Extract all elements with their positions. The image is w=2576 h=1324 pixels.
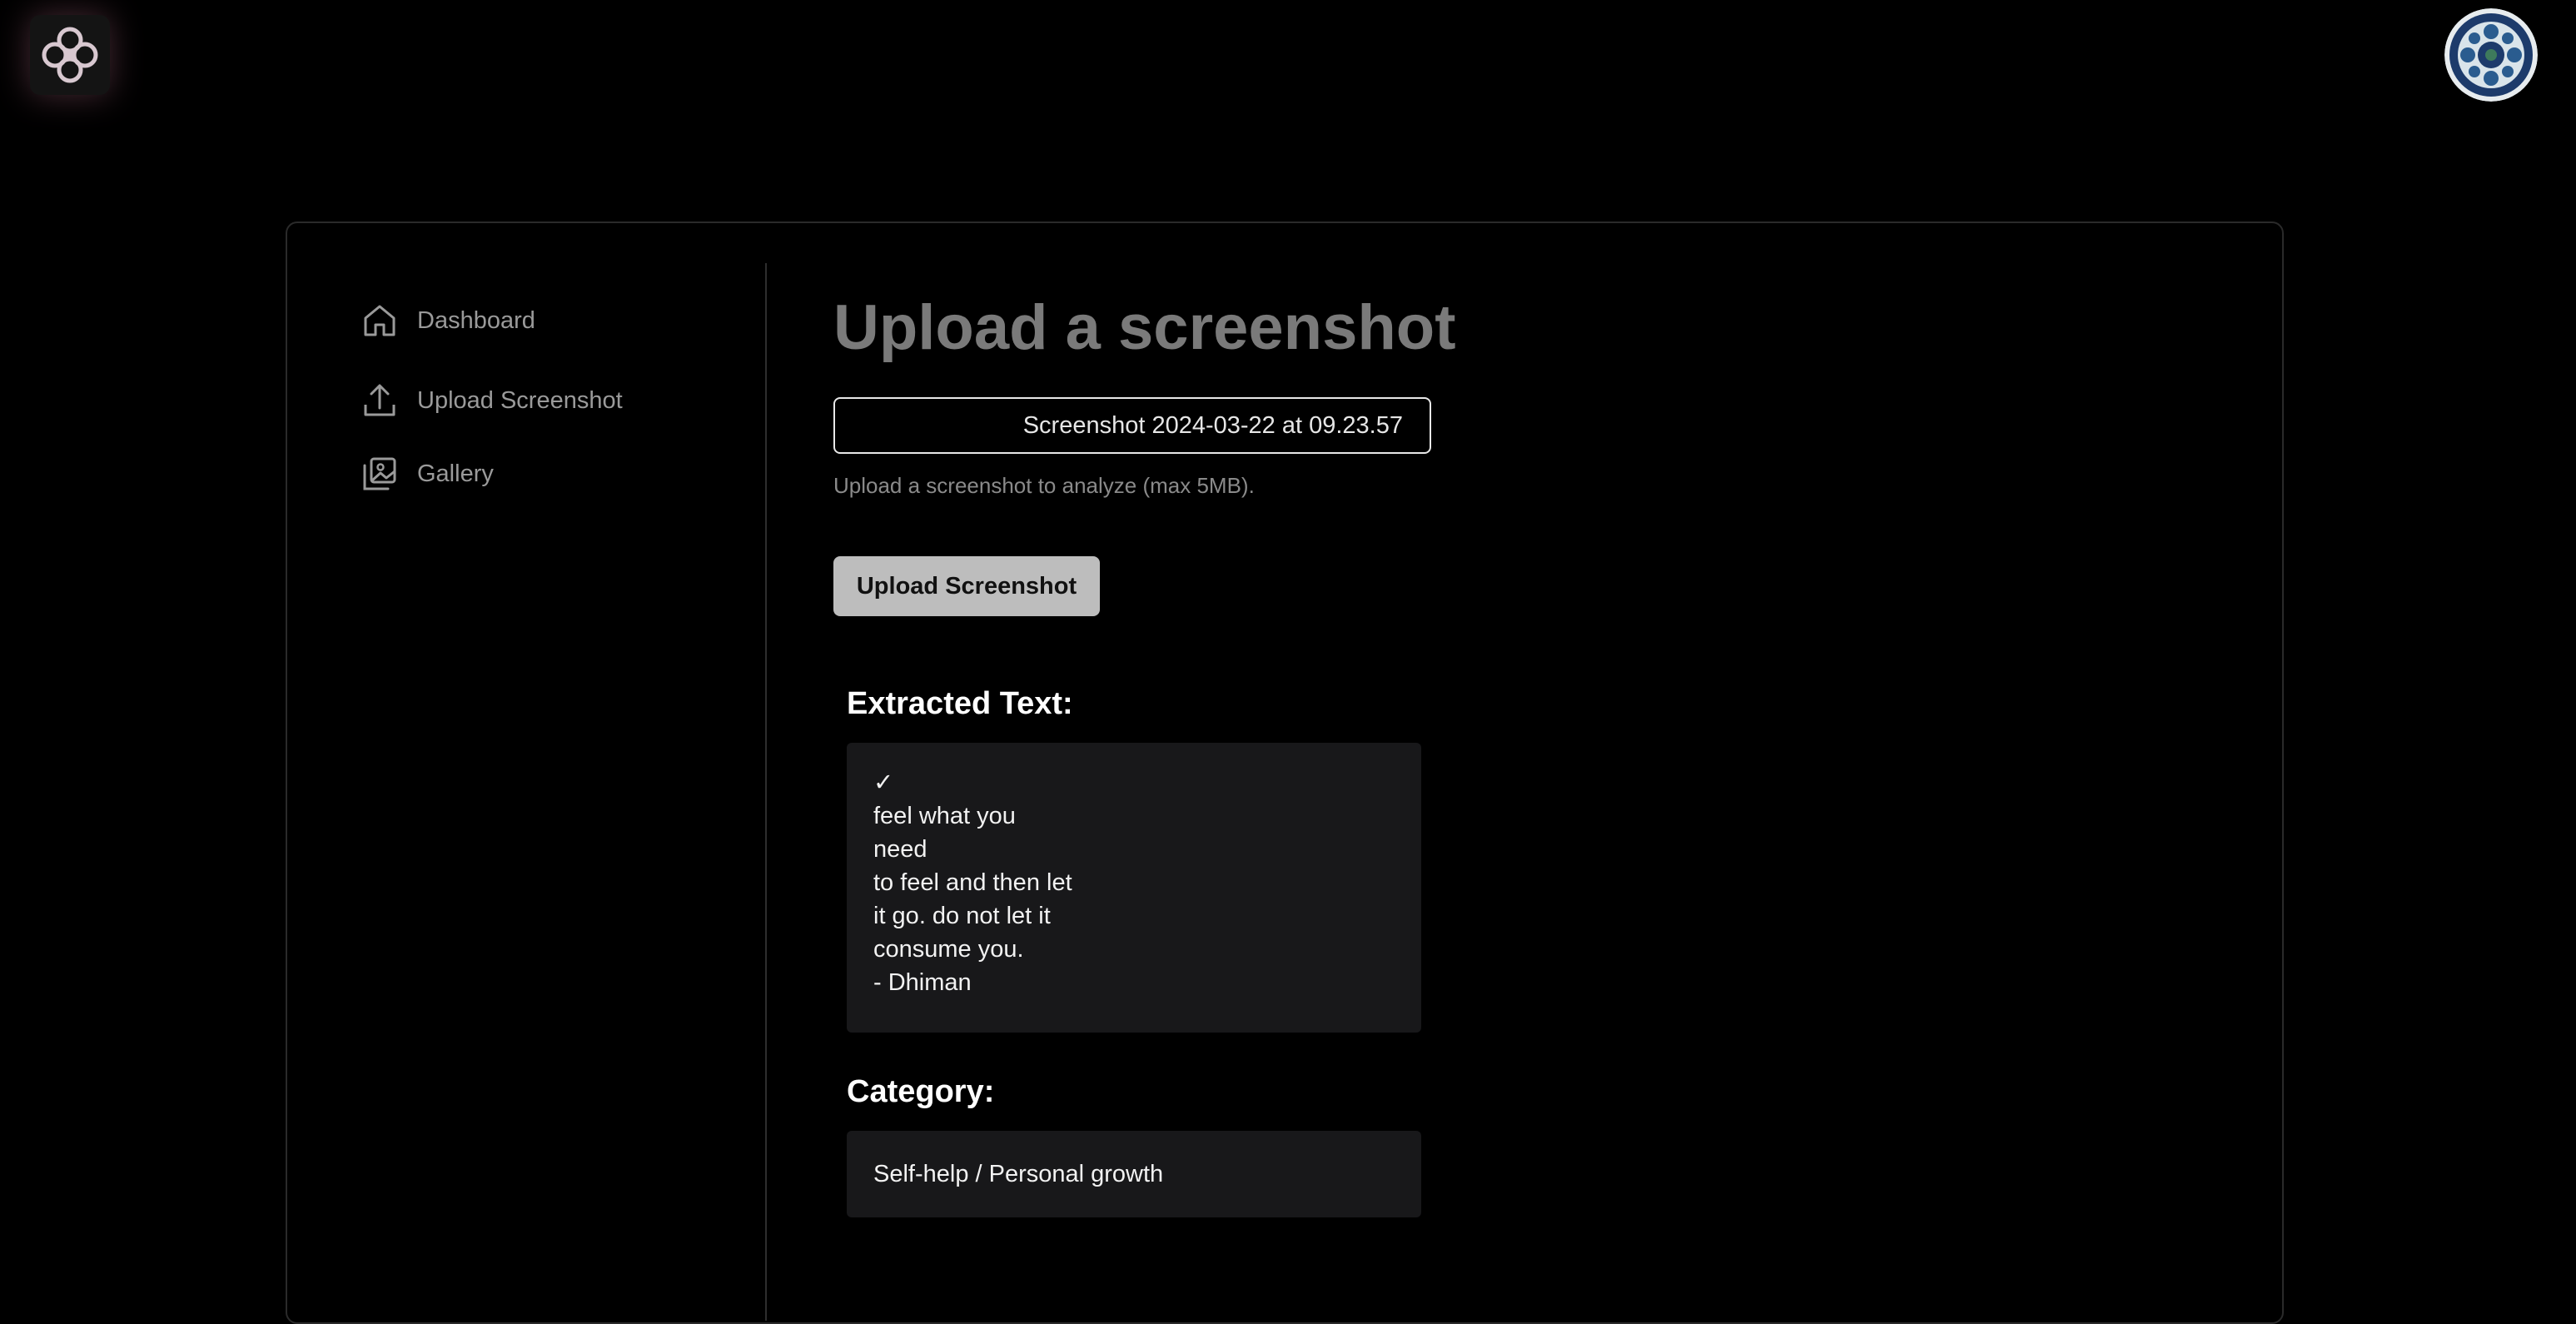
extracted-line: - Dhiman	[873, 969, 972, 996]
upload-icon	[364, 384, 395, 416]
sidebar: Dashboard Upload Screenshot Gallery	[287, 263, 767, 1321]
extracted-line: to feel and then let	[873, 869, 1072, 896]
extracted-line: need	[873, 836, 927, 863]
category-value: Self-help / Personal growth	[873, 1161, 1164, 1187]
app-logo[interactable]	[30, 15, 110, 95]
sidebar-item-gallery[interactable]: Gallery	[361, 455, 494, 493]
upload-hint: Upload a screenshot to analyze (max 5MB)…	[833, 473, 1255, 498]
category-box: Self-help / Personal growth	[847, 1131, 1421, 1217]
user-avatar[interactable]	[2444, 8, 2538, 102]
sidebar-item-upload-screenshot[interactable]: Upload Screenshot	[361, 381, 623, 420]
home-icon	[364, 305, 395, 336]
mosaic-avatar	[2444, 8, 2538, 102]
extracted-text-heading: Extracted Text:	[847, 686, 1073, 721]
content-card: Dashboard Upload Screenshot Gallery Uplo…	[286, 221, 2284, 1324]
extracted-line: it go. do not let it	[873, 903, 1051, 929]
sidebar-item-label: Upload Screenshot	[417, 386, 623, 414]
page-title: Upload a screenshot	[833, 292, 1456, 363]
file-input[interactable]: Screenshot 2024-03-22 at 09.23.57	[833, 397, 1431, 454]
upload-screenshot-button[interactable]: Upload Screenshot	[833, 556, 1100, 616]
gallery-icon	[363, 457, 396, 490]
flower-logo-icon	[42, 27, 98, 83]
category-heading: Category:	[847, 1074, 995, 1109]
extracted-line: consume you.	[873, 936, 1024, 963]
extracted-text-box: ✓ feel what you need to feel and then le…	[847, 743, 1421, 1033]
file-input-value: Screenshot 2024-03-22 at 09.23.57	[1022, 411, 1403, 439]
sidebar-item-label: Gallery	[417, 460, 494, 487]
sidebar-item-label: Dashboard	[417, 306, 535, 334]
extracted-line: feel what you	[873, 803, 1016, 829]
sidebar-item-dashboard[interactable]: Dashboard	[361, 301, 535, 340]
extracted-line: ✓	[873, 769, 894, 796]
